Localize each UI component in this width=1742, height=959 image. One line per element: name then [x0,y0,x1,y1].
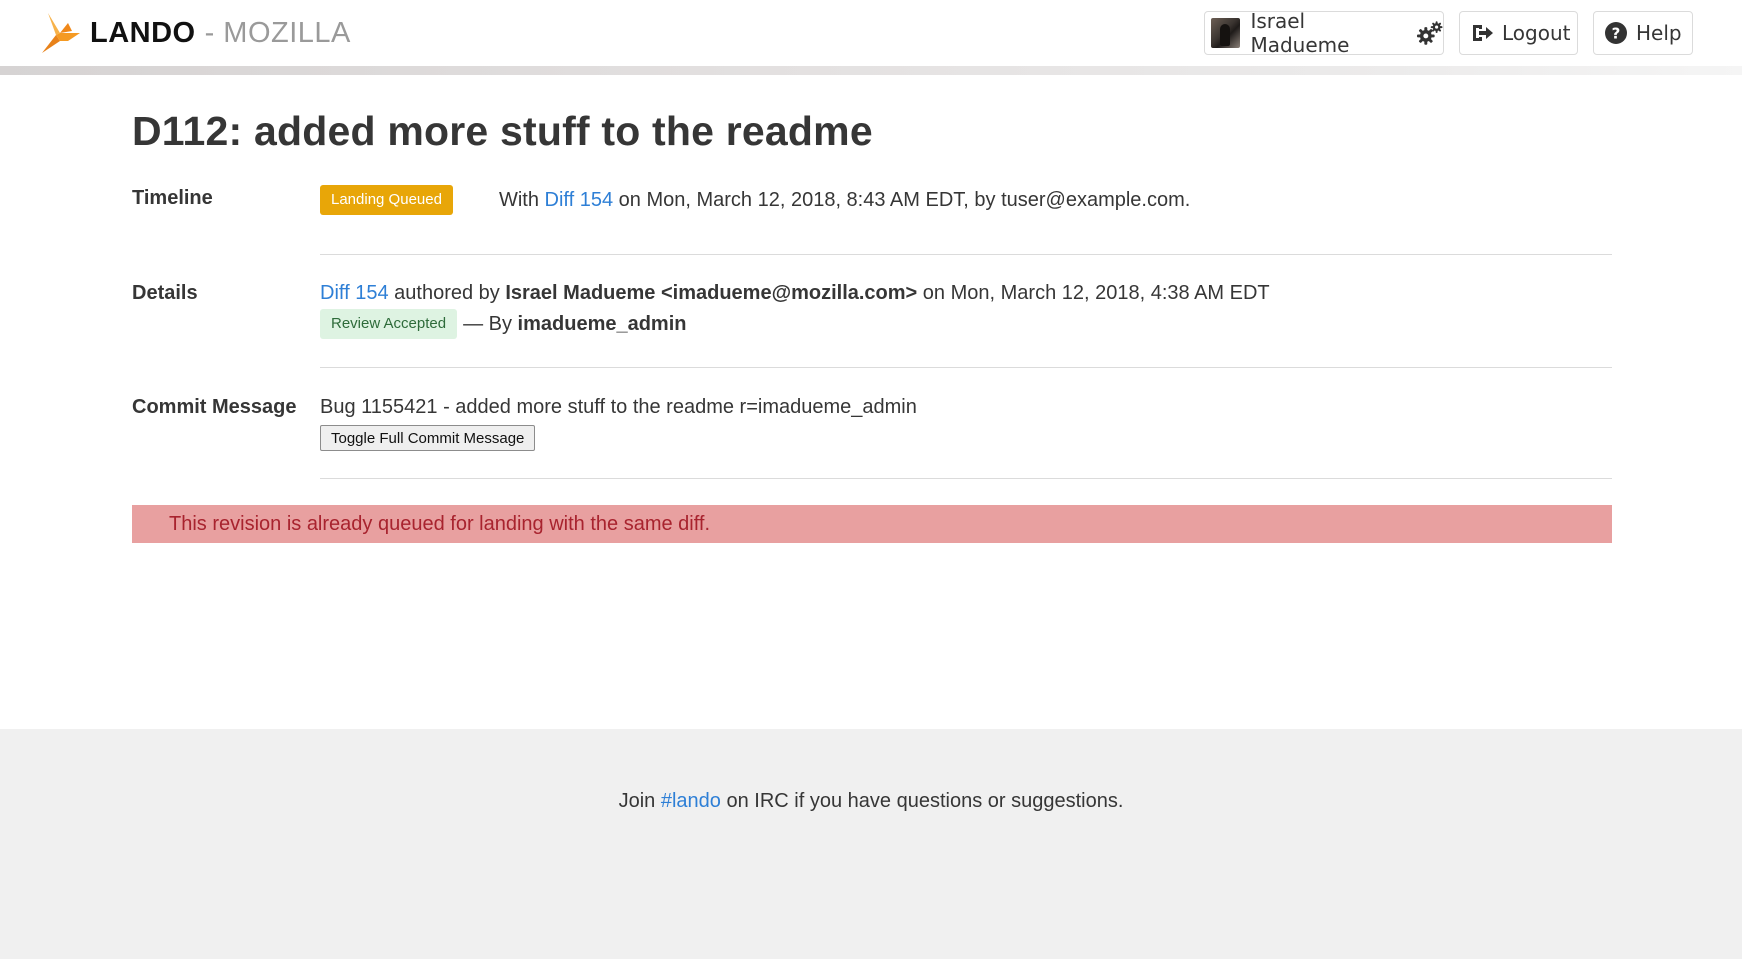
question-circle-icon: ? [1605,22,1627,44]
gear-icon [1416,21,1443,45]
footer-suffix: on IRC if you have questions or suggesti… [726,790,1124,812]
navbar-shadow [0,66,1742,75]
commit-message-text: Bug 1155421 - added more stuff to the re… [320,396,917,418]
divider [320,367,1612,368]
irc-channel-link[interactable]: #lando [661,790,721,812]
commit-content: Bug 1155421 - added more stuff to the re… [320,396,917,451]
commit-message-label: Commit Message [132,396,297,418]
brand-org: MOZILLA [223,16,351,49]
timeline-diff-link[interactable]: Diff 154 [545,189,614,212]
lando-logo-icon [42,13,80,53]
timeline-label: Timeline [132,187,213,209]
brand-separator: - [204,16,215,49]
details-diff-link[interactable]: Diff 154 [320,282,389,304]
timeline-prefix: With [498,188,539,211]
review-line: Review Accepted — By imadueme_admin [320,309,1270,339]
authored-by-text: authored by [394,282,500,304]
toggle-commit-message-button[interactable]: Toggle Full Commit Message [320,425,536,451]
authored-date: on Mon, March 12, 2018, 4:38 AM EDT [922,282,1270,304]
footer-prefix: Join [618,790,656,812]
author-name: Israel Madueme <imadueme@mozilla.com> [505,282,918,304]
details-content: Diff 154 authored by Israel Madueme <ima… [320,282,1270,339]
footer-text: Join #lando on IRC if you have questions… [0,790,1742,813]
user-settings-button[interactable]: Israel Madueme [1204,9,1444,57]
avatar [1211,18,1241,48]
divider [320,478,1612,479]
landing-queued-tag: Landing Queued [320,185,453,215]
timeline-suffix: on Mon, March 12, 2018, 8:43 AM EDT, by … [618,188,1191,211]
review-by-prefix: — By [463,312,512,335]
details-label: Details [132,282,198,304]
brand[interactable]: LANDO - MOZILLA [38,10,351,56]
divider [320,254,1612,255]
help-label: Help [1636,21,1682,45]
error-notification: This revision is already queued for land… [132,505,1612,543]
review-accepted-tag: Review Accepted [320,309,458,339]
reviewer-name: imadueme_admin [517,312,687,335]
user-name: Israel Madueme [1250,9,1350,57]
page-title: D112: added more stuff to the readme [132,108,873,154]
timeline-content: Landing Queued With Diff 154 on Mon, Mar… [320,185,1190,215]
help-button[interactable]: ? Help [1593,11,1693,55]
logout-label: Logout [1502,21,1571,45]
logout-button[interactable]: Logout [1459,11,1578,55]
footer [0,729,1742,959]
navbar: LANDO - MOZILLA Israel Madueme Logout ? … [0,0,1742,66]
svg-text:?: ? [1612,25,1621,43]
sign-out-icon [1473,25,1493,41]
brand-name: LANDO [90,16,196,49]
details-line: Diff 154 authored by Israel Madueme <ima… [320,282,1270,305]
